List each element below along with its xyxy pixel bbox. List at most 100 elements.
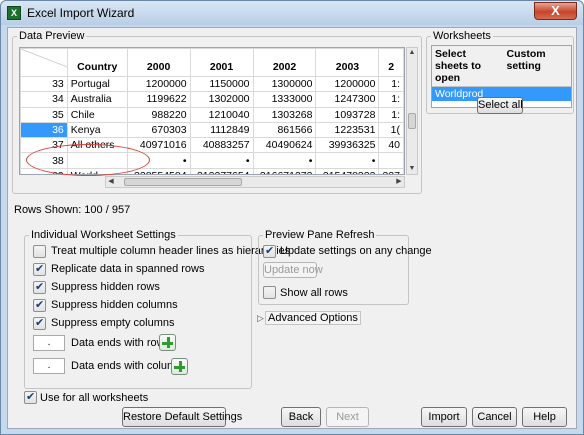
suppress-empty-columns-checkbox[interactable] (33, 316, 46, 330)
next-button[interactable]: Next (326, 407, 369, 427)
table-cell[interactable]: 1210040 (189, 106, 254, 123)
table-cell[interactable]: Kenya (66, 121, 128, 139)
add-row-plus-icon[interactable] (159, 334, 176, 351)
table-cell[interactable]: 1112849 (189, 121, 254, 139)
table-cell[interactable]: 1223531 (315, 121, 380, 139)
scroll-left-arrow-icon[interactable]: ◀ (106, 177, 116, 187)
rows-shown-text: Rows Shown: 100 / 957 (14, 204, 131, 216)
replicate-spanned-label: Replicate data in spanned rows (51, 263, 205, 275)
suppress-hidden-columns-label: Suppress hidden columns (51, 299, 178, 311)
replicate-spanned-checkbox[interactable] (33, 262, 46, 276)
table-cell[interactable]: 1303268 (252, 106, 317, 123)
table-row[interactable]: 33 Portugal 1200000 1150000 1300000 1200000 1: (20, 75, 404, 93)
cancel-button[interactable]: Cancel (472, 407, 517, 427)
table-cell[interactable]: • (252, 152, 317, 169)
table-cell[interactable]: 670303 (126, 121, 191, 139)
update-on-change-checkbox[interactable] (263, 244, 276, 258)
suppress-hidden-columns-checkbox[interactable] (33, 298, 46, 312)
table-cell[interactable]: 1333000 (252, 91, 317, 108)
update-now-button[interactable]: Update now (263, 262, 323, 278)
data-ends-row-field[interactable]: . (33, 335, 65, 351)
column-header-2000[interactable]: 2000 (126, 48, 191, 77)
show-all-rows-checkbox[interactable] (263, 286, 276, 299)
row-number-cell[interactable]: 34 (20, 91, 68, 108)
suppress-hidden-rows-label: Suppress hidden rows (51, 281, 160, 293)
table-cell[interactable]: 40883257 (189, 137, 254, 154)
scroll-up-arrow-icon[interactable]: ▲ (407, 48, 417, 58)
table-cell[interactable]: 39936325 (315, 137, 380, 154)
table-cell[interactable]: 1093728 (315, 106, 380, 123)
column-header-country[interactable]: Country (66, 48, 128, 77)
table-cell[interactable]: 1200000 (315, 75, 380, 93)
data-preview-title: Data Preview (17, 30, 87, 42)
table-cell[interactable]: 1: (378, 106, 404, 123)
row-number-cell[interactable]: 33 (20, 75, 68, 93)
use-for-all-worksheets-checkbox[interactable] (24, 390, 37, 404)
table-cell[interactable]: Portugal (66, 75, 128, 93)
table-cell[interactable]: 316671373 (252, 167, 317, 174)
grid-corner-cell (20, 48, 68, 77)
close-window-button[interactable]: X (534, 2, 577, 20)
window-title: Excel Import Wizard (27, 6, 135, 20)
data-ends-column-field[interactable]: . (33, 358, 65, 374)
table-row[interactable]: 34 Australia 1199622 1302000 1333000 1247300 1… (20, 91, 404, 108)
table-cell[interactable]: • (189, 152, 254, 169)
update-on-change-label: Update settings on any change (280, 245, 432, 257)
row-number-cell[interactable]: 35 (20, 106, 68, 123)
import-button[interactable]: Import (421, 407, 467, 427)
table-cell[interactable]: 861566 (252, 121, 317, 139)
table-cell[interactable]: 40490624 (252, 137, 317, 154)
table-cell[interactable]: Australia (66, 91, 128, 108)
table-cell[interactable]: 312277654 (189, 167, 254, 174)
column-header-2003[interactable]: 2003 (315, 48, 380, 77)
worksheets-title: Worksheets (431, 30, 493, 42)
horizontal-scroll-thumb[interactable] (124, 178, 242, 186)
table-row[interactable]: 36 Kenya 670303 1112849 861566 1223531 1( (20, 121, 404, 139)
restore-defaults-button[interactable]: Restore Default Settings (122, 407, 242, 427)
worksheets-list-header: Select sheets to open Custom setting (432, 46, 571, 87)
table-cell[interactable]: 1150000 (189, 75, 254, 93)
table-cell[interactable]: 327 (378, 167, 404, 174)
kenya-highlight-annotation (26, 144, 150, 176)
table-cell[interactable]: 1: (378, 91, 404, 108)
preview-vertical-scrollbar[interactable]: ▲ ▼ (406, 47, 418, 175)
table-row[interactable]: 35 Chile 988220 1210040 1303268 1093728 1: (20, 106, 404, 123)
table-cell[interactable] (378, 152, 404, 169)
custom-setting-header: Custom setting (506, 48, 546, 72)
scroll-right-arrow-icon[interactable]: ▶ (394, 177, 404, 187)
table-cell[interactable]: 1247300 (315, 91, 380, 108)
row-number-cell[interactable]: 36 (20, 121, 68, 139)
column-header-truncated[interactable]: 2 (378, 48, 404, 77)
column-header-2002[interactable]: 2002 (252, 48, 317, 77)
table-cell[interactable]: 1( (378, 121, 404, 139)
select-all-button[interactable]: Select all (477, 97, 523, 114)
back-button[interactable]: Back (281, 407, 321, 427)
table-cell[interactable]: • (315, 152, 380, 169)
grid-header-row: Country 2000 2001 2002 2003 2 (20, 48, 404, 77)
scroll-down-arrow-icon[interactable]: ▼ (407, 164, 417, 174)
help-button[interactable]: Help (522, 407, 567, 427)
table-cell[interactable]: 1302000 (189, 91, 254, 108)
column-header-2001[interactable]: 2001 (189, 48, 254, 77)
data-ends-column-label: Data ends with column (71, 360, 183, 372)
title-bar[interactable]: X Excel Import Wizard X (1, 1, 583, 25)
advanced-options-expander[interactable]: ▷ Advanced Options (257, 311, 361, 326)
table-cell[interactable]: Chile (66, 106, 128, 123)
add-column-plus-icon[interactable] (171, 358, 188, 375)
table-cell[interactable]: 1300000 (252, 75, 317, 93)
table-cell[interactable]: 1: (378, 75, 404, 93)
excel-app-icon: X (7, 6, 21, 20)
suppress-hidden-rows-checkbox[interactable] (33, 280, 46, 294)
individual-settings-group: Individual Worksheet Settings Treat mult… (24, 229, 290, 389)
table-cell[interactable]: 1199622 (126, 91, 191, 108)
preview-horizontal-scrollbar[interactable]: ◀ ▶ (105, 176, 405, 188)
hierarchies-checkbox[interactable] (33, 245, 46, 258)
table-cell[interactable]: 315478323 (315, 167, 380, 174)
table-cell[interactable]: 1200000 (126, 75, 191, 93)
vertical-scroll-thumb[interactable] (408, 113, 416, 129)
table-cell[interactable]: 40 (378, 137, 404, 154)
wizard-body: Data Preview Country 2000 2001 2002 2003… (7, 27, 577, 429)
suppress-empty-columns-label: Suppress empty columns (51, 317, 175, 329)
preview-refresh-title: Preview Pane Refresh (263, 229, 377, 241)
table-cell[interactable]: 988220 (126, 106, 191, 123)
